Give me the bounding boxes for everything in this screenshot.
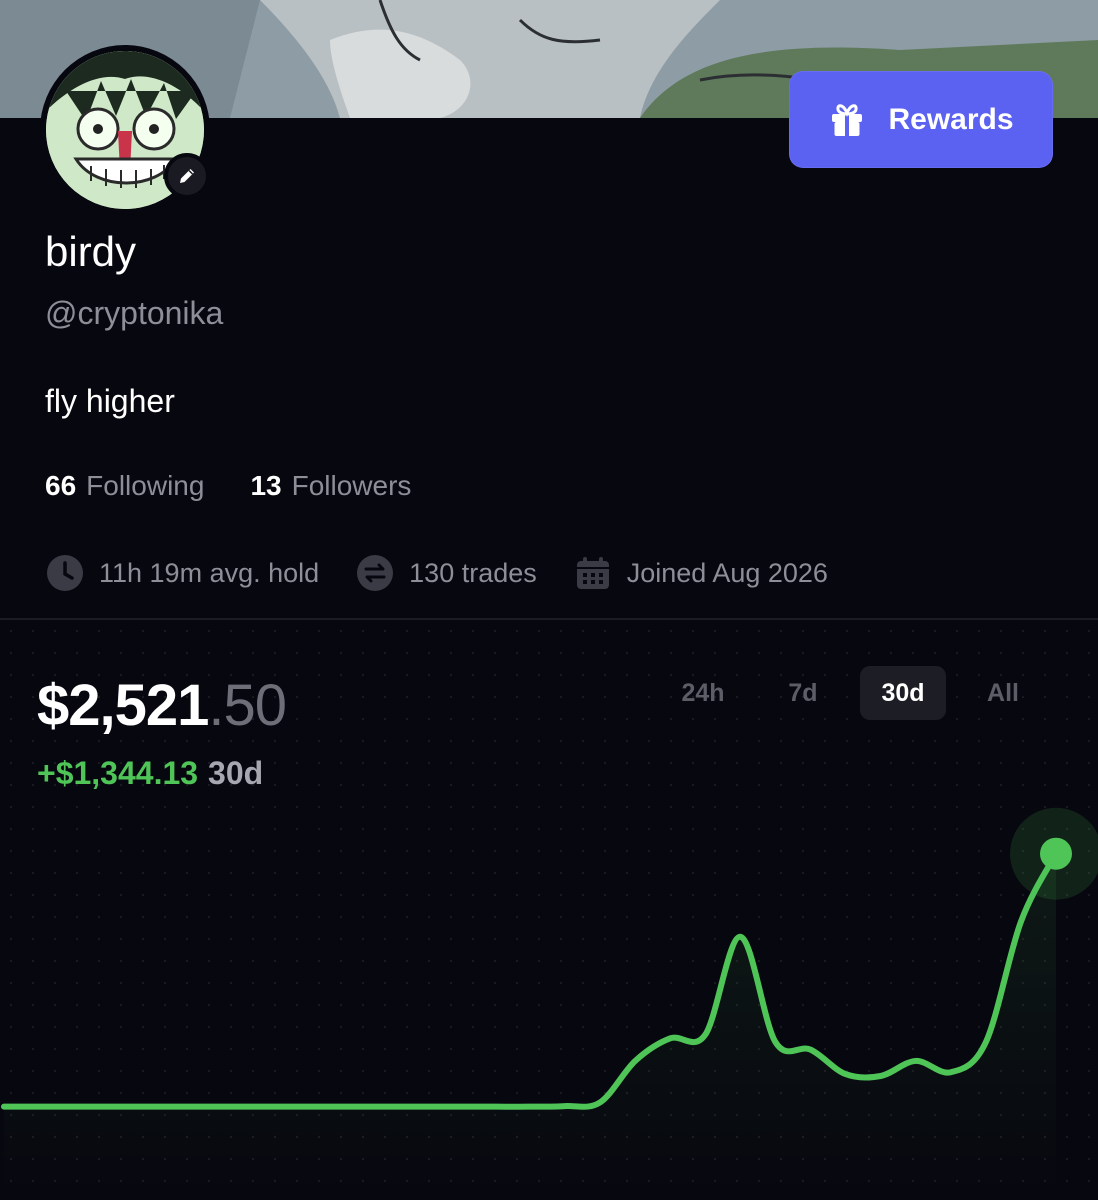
- user-handle: @cryptonika: [45, 295, 224, 331]
- tab-30d[interactable]: 30d: [860, 666, 946, 720]
- swap-icon: [355, 553, 395, 593]
- gift-icon: [832, 103, 863, 136]
- following-label: Following: [86, 470, 205, 501]
- following-link[interactable]: 66 Following: [45, 470, 204, 502]
- follow-stats: 66 Following 13 Followers: [45, 470, 411, 502]
- time-range-tabs: 24h 7d 30d All: [660, 666, 1046, 720]
- following-count: 66: [45, 470, 77, 501]
- chart-series-line: [1, 850, 1059, 1110]
- avg-hold-text: 11h 19m avg. hold: [99, 557, 320, 588]
- calendar-icon: [573, 553, 613, 593]
- followers-count: 13: [250, 470, 282, 501]
- followers-label: Followers: [291, 470, 412, 501]
- portfolio-line-chart[interactable]: [0, 780, 1098, 1200]
- portfolio-balance: $2,521.50: [37, 672, 287, 739]
- rewards-button[interactable]: Rewards: [789, 71, 1053, 168]
- chart-area-fill: [4, 853, 1056, 1200]
- tab-all[interactable]: All: [960, 666, 1046, 720]
- avg-hold-stat: 11h 19m avg. hold: [45, 553, 319, 593]
- trades-text: 130 trades: [409, 557, 537, 588]
- edit-avatar-button[interactable]: [164, 153, 210, 199]
- followers-link[interactable]: 13 Followers: [250, 470, 411, 502]
- joined-stat: Joined Aug 2026: [573, 553, 828, 593]
- rewards-label: Rewards: [888, 102, 1014, 136]
- clock-icon: [45, 553, 85, 593]
- tab-24h[interactable]: 24h: [660, 666, 746, 720]
- trader-stats: 11h 19m avg. hold 130 trades Joined Aug …: [45, 553, 864, 593]
- pencil-icon: [180, 169, 194, 183]
- chart-end-point[interactable]: [1040, 837, 1072, 870]
- balance-cents: .50: [208, 673, 287, 738]
- balance-main: $2,521: [37, 673, 209, 738]
- joined-text: Joined Aug 2026: [626, 557, 828, 588]
- tab-7d[interactable]: 7d: [760, 666, 846, 720]
- trades-stat: 130 trades: [355, 553, 537, 593]
- user-bio: fly higher: [45, 383, 175, 419]
- display-name: birdy: [45, 228, 137, 275]
